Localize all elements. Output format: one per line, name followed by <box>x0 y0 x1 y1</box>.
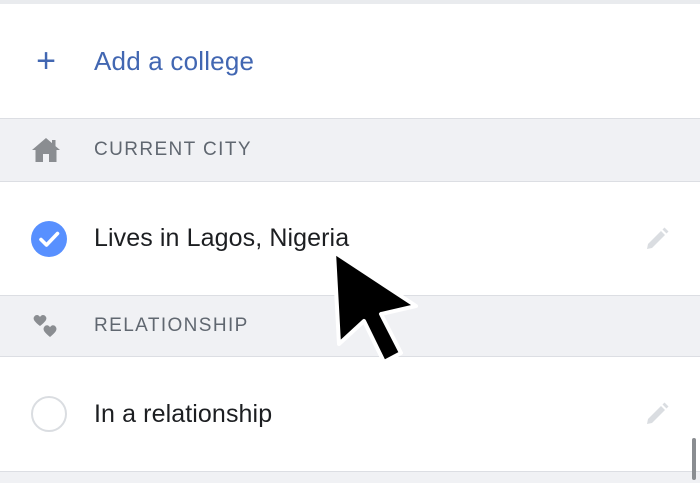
hearts-icon <box>33 314 57 337</box>
home-icon <box>32 138 60 162</box>
current-city-item[interactable]: Lives in Lagos, Nigeria <box>0 182 700 295</box>
add-icon-container: + <box>0 44 94 78</box>
bottom-section-band <box>0 471 700 483</box>
plus-icon: + <box>36 42 56 80</box>
current-city-label: Lives in Lagos, Nigeria <box>94 224 350 252</box>
current-city-header-label: CURRENT CITY <box>94 139 252 160</box>
relationship-header-label: RELATIONSHIP <box>94 315 249 336</box>
pencil-icon[interactable] <box>644 226 670 252</box>
section-header-relationship: RELATIONSHIP <box>0 295 700 357</box>
relationship-item[interactable]: In a relationship <box>0 357 700 471</box>
empty-circle-icon <box>31 396 67 432</box>
add-college-label: Add a college <box>94 45 255 76</box>
add-college-row[interactable]: + Add a college <box>0 4 700 118</box>
hearts-icon-container <box>0 313 94 339</box>
selection-indicator[interactable] <box>0 396 94 432</box>
home-icon-container <box>0 137 94 163</box>
pencil-icon[interactable] <box>644 401 670 427</box>
scrollbar[interactable] <box>692 438 696 480</box>
profile-details-screen: + Add a college CURRENT CITY Lives in La… <box>0 0 700 483</box>
relationship-label: In a relationship <box>94 399 273 428</box>
section-header-current-city: CURRENT CITY <box>0 118 700 182</box>
selection-indicator[interactable] <box>0 220 94 257</box>
check-circle-icon <box>31 220 67 257</box>
